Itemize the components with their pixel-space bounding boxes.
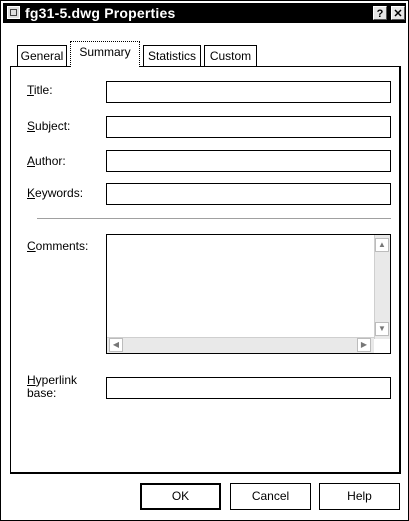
window-title: fg31-5.dwg Properties bbox=[25, 5, 176, 21]
cancel-button[interactable]: Cancel bbox=[230, 483, 311, 510]
comments-label: Comments: bbox=[27, 239, 89, 253]
tab-summary[interactable]: Summary bbox=[70, 41, 140, 67]
ok-button[interactable]: OK bbox=[140, 483, 221, 510]
vertical-scrollbar[interactable]: ▲ ▼ bbox=[374, 235, 390, 339]
comments-textarea[interactable]: ▲ ▼ ◀ ▶ bbox=[106, 234, 391, 354]
subject-label: Subject: bbox=[27, 119, 71, 133]
title-label: Title: bbox=[27, 83, 53, 97]
hyperlink-base-label: Hyperlink base: bbox=[27, 373, 78, 400]
subject-field[interactable] bbox=[106, 116, 391, 138]
keywords-label: Keywords: bbox=[27, 186, 84, 200]
scroll-up-icon[interactable]: ▲ bbox=[375, 238, 389, 252]
keywords-field[interactable] bbox=[106, 183, 391, 205]
author-field[interactable] bbox=[106, 150, 391, 172]
properties-dialog: fg31-5.dwg Properties ? ✕ General Summar… bbox=[0, 0, 409, 521]
help-dialog-button[interactable]: Help bbox=[319, 483, 400, 510]
help-button[interactable]: ? bbox=[373, 6, 387, 20]
scroll-down-icon[interactable]: ▼ bbox=[375, 322, 389, 336]
tab-custom[interactable]: Custom bbox=[204, 45, 257, 67]
title-bar: fg31-5.dwg Properties ? ✕ bbox=[3, 3, 406, 23]
separator bbox=[37, 218, 391, 219]
horizontal-scrollbar[interactable]: ◀ ▶ bbox=[107, 337, 374, 353]
hyperlink-base-field[interactable] bbox=[106, 377, 391, 399]
tab-statistics[interactable]: Statistics bbox=[143, 45, 201, 67]
scroll-right-icon[interactable]: ▶ bbox=[357, 338, 371, 352]
title-field[interactable] bbox=[106, 81, 391, 103]
close-button[interactable]: ✕ bbox=[391, 6, 405, 20]
document-icon bbox=[7, 6, 20, 19]
tab-general[interactable]: General bbox=[17, 45, 67, 67]
author-label: Author: bbox=[27, 154, 66, 168]
scroll-left-icon[interactable]: ◀ bbox=[109, 338, 123, 352]
